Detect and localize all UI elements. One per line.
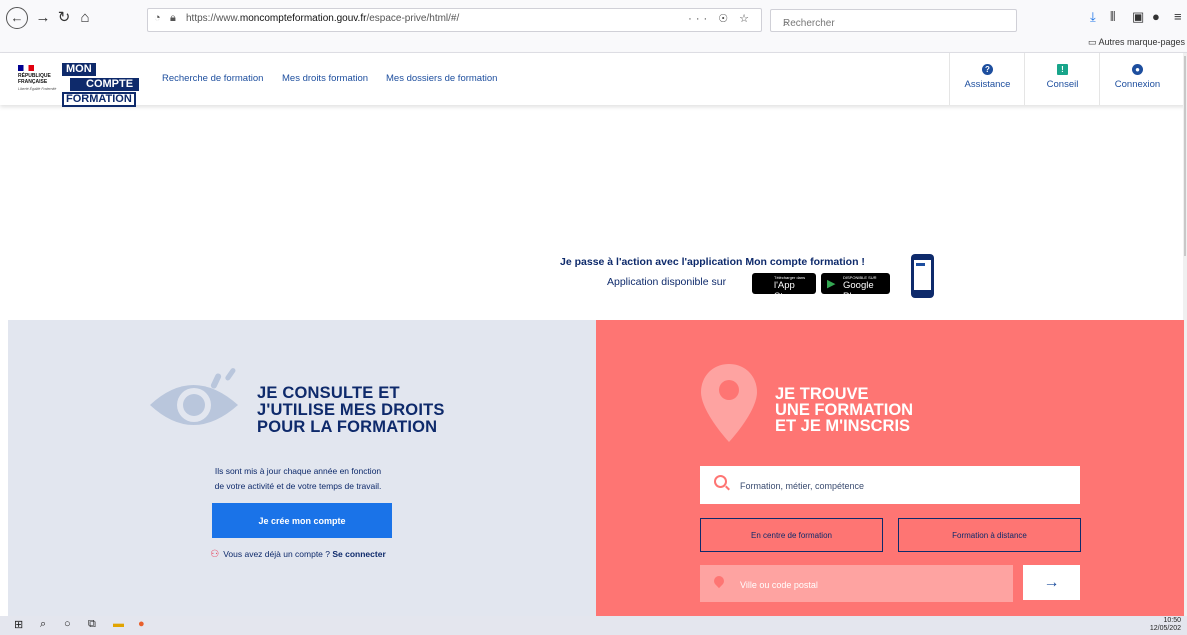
mode-center-button[interactable]: En centre de formation [700, 518, 883, 552]
browser-toolbar: ← → ↻ ⌂ ◔ 🔒︎ https://www.moncompteformat… [0, 0, 1187, 53]
sidebar-icon[interactable]: ▣ [1132, 9, 1144, 25]
folder-icon: ▭ [1087, 37, 1099, 47]
task-view-icon[interactable]: ⧉ [88, 618, 96, 631]
login-link[interactable]: Se connecter [332, 549, 385, 559]
url-text: https://www.moncompteformation.gouv.fr/e… [186, 13, 460, 24]
file-explorer-icon[interactable]: ▬ [113, 618, 124, 630]
app-promo-headline: Je passe à l'action avec l'application M… [560, 256, 865, 268]
nav-mes-dossiers[interactable]: Mes dossiers de formation [386, 73, 497, 84]
search-submit-button[interactable]: → [1023, 565, 1080, 600]
forward-button[interactable]: → [32, 7, 54, 29]
shield-icon: ◔ [154, 12, 161, 24]
marianne-flag-icon [18, 65, 34, 71]
app-promo-available: Application disponible sur [607, 276, 727, 288]
user-icon: ● [1132, 64, 1143, 75]
page-actions-icon[interactable]: ··· ☉ ☆ [688, 12, 753, 25]
find-training-title: JE TROUVE UNE FORMATION ET JE M'INSCRIS [775, 385, 914, 435]
google-play-badge[interactable]: ▶ DISPONIBLE SUR Google Play [821, 273, 890, 302]
eye-icon [150, 368, 238, 425]
scrollbar-thumb[interactable] [1184, 56, 1186, 256]
download-icon[interactable]: ⤓ [1090, 9, 1096, 25]
mode-remote-button[interactable]: Formation à distance [898, 518, 1081, 552]
play-icon: ▶ [827, 278, 836, 290]
find-training-panel: JE TROUVE UNE FORMATION ET JE M'INSCRIS … [596, 320, 1184, 616]
consult-description: Ils sont mis à jour chaque année en fonc… [214, 466, 382, 491]
map-pin-icon [711, 573, 727, 589]
search-icon [714, 475, 727, 488]
nav-recherche-formation[interactable]: Recherche de formation [162, 73, 263, 84]
city-search-box [700, 565, 1013, 602]
republique-francaise-logo: RÉPUBLIQUE FRANÇAISE Liberté Égalité Fra… [18, 65, 58, 91]
nav-mes-droits[interactable]: Mes droits formation [282, 73, 368, 84]
assistance-button[interactable]: ? Assistance [949, 53, 1025, 105]
login-prompt: ⚇ Vous avez déjà un compte ? Se connecter [210, 549, 386, 560]
mon-compte-formation-logo[interactable]: MON COMPTE FORMATION [62, 61, 140, 107]
firefox-icon[interactable]: ● [138, 618, 145, 630]
person-icon: ⚇ [210, 549, 220, 560]
back-button[interactable]: ← [6, 7, 28, 29]
city-input[interactable] [738, 575, 1002, 595]
menu-icon[interactable]: ≡ [1174, 9, 1182, 24]
location-pin-icon [701, 364, 757, 442]
search-icon[interactable]: ⌕ [40, 618, 46, 631]
reload-button[interactable]: ↻ [53, 7, 75, 29]
chat-icon: ! [1057, 64, 1068, 75]
windows-taskbar: ⊞ ⌕ ○ ⧉ ▬ ● 10:50 12/05/202 [0, 616, 1187, 635]
windows-start-icon[interactable]: ⊞ [14, 618, 23, 631]
system-clock[interactable]: 10:50 12/05/202 [1150, 617, 1181, 633]
library-icon[interactable]: ⫴ [1110, 9, 1115, 25]
training-search-box [700, 466, 1080, 504]
create-account-button[interactable]: Je crée mon compte [212, 503, 392, 538]
consult-rights-panel: JE CONSULTE ET J'UTILISE MES DROITS POUR… [8, 320, 596, 616]
app-store-badge[interactable]: Télécharger dans l'App Store [752, 273, 816, 302]
phone-icon [911, 254, 934, 298]
lock-icon: 🔒︎ [170, 12, 176, 24]
browser-search-input[interactable]: ⌕ Rechercher [770, 9, 1017, 32]
url-bar[interactable]: ◔ 🔒︎ https://www.moncompteformation.gouv… [147, 8, 762, 32]
consult-title: JE CONSULTE ET J'UTILISE MES DROITS POUR… [257, 384, 445, 436]
account-icon[interactable]: ● [1152, 9, 1160, 24]
home-button[interactable]: ⌂ [74, 7, 96, 29]
cortana-icon[interactable]: ○ [64, 618, 71, 630]
training-search-input[interactable] [738, 476, 1062, 496]
other-bookmarks[interactable]: ▭ Autres marque-pages [1088, 37, 1185, 48]
question-icon: ? [982, 64, 993, 75]
connexion-button[interactable]: ● Connexion [1099, 53, 1175, 105]
conseil-button[interactable]: ! Conseil [1024, 53, 1100, 105]
